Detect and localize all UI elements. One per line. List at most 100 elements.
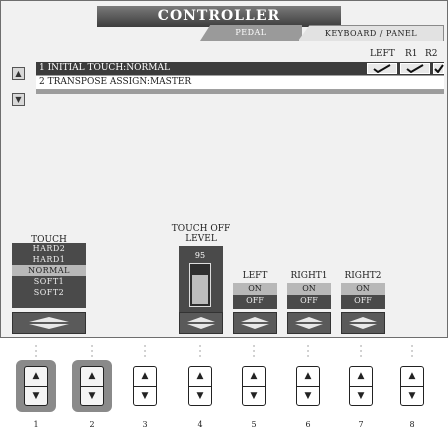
touch-option-selected[interactable]: NORMAL — [12, 265, 86, 276]
label-line: TOUCH OFF — [171, 224, 231, 234]
touch-option[interactable]: HARD1 — [12, 254, 86, 265]
touch-updown-control[interactable] — [12, 312, 86, 334]
button-number-7: 7 — [358, 420, 364, 429]
panel-button-up[interactable]: ▲ — [81, 367, 103, 387]
guide-dots: · · · — [198, 342, 202, 361]
part-right2-updown[interactable] — [341, 312, 385, 334]
triangle-up-icon — [295, 317, 323, 322]
button-number-3: 3 — [142, 420, 148, 429]
guide-dots: · · · — [359, 342, 363, 361]
slider-fill — [192, 275, 208, 304]
panel-button-up[interactable]: ▲ — [189, 367, 211, 387]
triangle-down-icon — [349, 324, 377, 329]
scroll-up-button[interactable]: ▲ — [12, 67, 25, 80]
part-left-updown[interactable] — [233, 312, 277, 334]
panel-button-5: ▲ ▼ — [234, 360, 274, 412]
off-option[interactable]: OFF — [341, 295, 385, 307]
panel-button-4: ▲ ▼ — [180, 360, 220, 412]
touch-option[interactable]: HARD2 — [12, 243, 86, 254]
triangle-up-icon — [187, 317, 215, 322]
panel-button-down[interactable]: ▼ — [297, 387, 319, 406]
touch-off-level-value: 95 — [194, 251, 206, 260]
panel-button-up[interactable]: ▲ — [134, 367, 156, 387]
list-item-label: 2 TRANSPOSE ASSIGN:MASTER — [39, 77, 192, 87]
touch-off-level-slider[interactable] — [189, 263, 211, 307]
check-icon — [434, 64, 444, 73]
scroll-down-button[interactable]: ▼ — [12, 93, 25, 106]
settings-list: 1 INITIAL TOUCH:NORMAL 2 TRANSPOSE ASSIG… — [36, 62, 444, 94]
guide-dots: · · · — [143, 342, 147, 361]
off-option[interactable]: OFF — [233, 295, 277, 307]
guide-dots: · · · — [252, 342, 256, 361]
part-right1-onoff[interactable]: ON OFF — [287, 283, 331, 309]
triangle-up-icon — [349, 317, 377, 322]
panel-button-up[interactable]: ▲ — [401, 367, 423, 387]
guide-dots: · · · — [306, 342, 310, 361]
part-right2-label: RIGHT2 — [344, 271, 382, 281]
updown-button-pair: ▲ ▼ — [242, 366, 266, 406]
tab-pedal[interactable]: PEDAL — [200, 25, 302, 41]
updown-button-pair: ▲ ▼ — [349, 366, 373, 406]
button-number-4: 4 — [197, 420, 203, 429]
column-header-r1: R1 — [405, 49, 418, 59]
checkbox-r2[interactable] — [433, 63, 444, 74]
updown-button-pair: ▲ ▼ — [296, 366, 320, 406]
label-line: LEVEL — [185, 234, 217, 244]
tab-keyboard-panel[interactable]: KEYBOARD / PANEL — [298, 25, 444, 41]
panel-button-up[interactable]: ▲ — [243, 367, 265, 387]
guide-dots: · · · — [410, 342, 414, 361]
panel-button-2: ▲ ▼ — [72, 360, 112, 412]
updown-button-pair: ▲ ▼ — [24, 366, 48, 406]
updown-button-pair: ▲ ▼ — [188, 366, 212, 406]
panel-button-down[interactable]: ▼ — [25, 387, 47, 406]
button-number-6: 6 — [305, 420, 311, 429]
list-item[interactable]: 1 INITIAL TOUCH:NORMAL — [36, 62, 444, 76]
panel-button-up[interactable]: ▲ — [350, 367, 372, 387]
panel-button-down[interactable]: ▼ — [189, 387, 211, 406]
panel-button-3: ▲ ▼ — [125, 360, 165, 412]
panel-button-down[interactable]: ▼ — [81, 387, 103, 406]
list-item-label: 1 INITIAL TOUCH:NORMAL — [39, 63, 170, 73]
triangle-up-icon — [29, 317, 69, 322]
checkbox-r1[interactable] — [400, 63, 430, 74]
button-number-2: 2 — [89, 420, 95, 429]
touch-menu[interactable]: HARD2 HARD1 NORMAL SOFT1 SOFT2 — [12, 243, 86, 308]
part-right2-onoff[interactable]: ON OFF — [341, 283, 385, 309]
button-number-1: 1 — [33, 420, 39, 429]
triangle-down-icon — [29, 324, 69, 329]
on-option[interactable]: ON — [341, 283, 385, 295]
updown-button-pair: ▲ ▼ — [400, 366, 424, 406]
panel-button-down[interactable]: ▼ — [350, 387, 372, 406]
off-option[interactable]: OFF — [287, 295, 331, 307]
part-right1-updown[interactable] — [287, 312, 331, 334]
panel-button-up[interactable]: ▲ — [297, 367, 319, 387]
list-item[interactable]: 2 TRANSPOSE ASSIGN:MASTER — [36, 76, 444, 90]
panel-button-down[interactable]: ▼ — [134, 387, 156, 406]
checkbox-left[interactable] — [367, 63, 397, 74]
triangle-down-icon — [187, 324, 215, 329]
check-icon — [406, 64, 424, 73]
touch-off-level-updown[interactable] — [179, 312, 223, 334]
button-number-8: 8 — [409, 420, 415, 429]
part-left-onoff[interactable]: ON OFF — [233, 283, 277, 309]
triangle-up-icon — [241, 317, 269, 322]
part-left-label: LEFT — [242, 271, 268, 281]
button-number-5: 5 — [251, 420, 257, 429]
part-right1-label: RIGHT1 — [290, 271, 328, 281]
on-option[interactable]: ON — [287, 283, 331, 295]
touch-option[interactable]: SOFT1 — [12, 276, 86, 287]
touch-option[interactable]: SOFT2 — [12, 287, 86, 298]
on-option[interactable]: ON — [233, 283, 277, 295]
column-header-r2: R2 — [425, 49, 438, 59]
panel-button-down[interactable]: ▼ — [243, 387, 265, 406]
panel-button-6: ▲ ▼ — [288, 360, 328, 412]
triangle-down-icon — [241, 324, 269, 329]
list-divider — [36, 90, 444, 94]
column-header-left: LEFT — [370, 49, 395, 59]
panel-button-8: ▲ ▼ — [392, 360, 432, 412]
guide-dots: · · · — [34, 342, 38, 361]
guide-dots: · · · — [90, 342, 94, 361]
panel-button-down[interactable]: ▼ — [401, 387, 423, 406]
page-title: CONTROLLER — [97, 6, 341, 27]
panel-button-up[interactable]: ▲ — [25, 367, 47, 387]
